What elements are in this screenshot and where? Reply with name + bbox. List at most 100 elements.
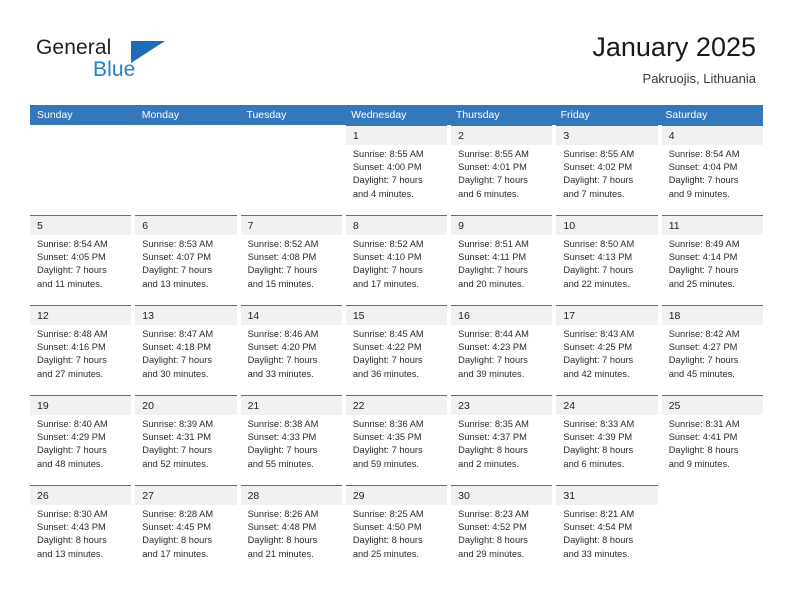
day-number: 19 (37, 400, 49, 412)
day-number: 14 (247, 310, 260, 322)
calendar-week-row: 12 Sunrise: 8:48 AM Sunset: 4:16 PM Dayligh… (30, 305, 763, 395)
daylight-duration-line2: and 7 minutes. (563, 188, 625, 199)
sunrise-time: Sunrise: 8:48 AM (37, 329, 108, 339)
day-details: Sunrise: 8:52 AM Sunset: 4:10 PM Daylight:… (346, 235, 447, 291)
day-number: 18 (668, 310, 681, 322)
daylight-duration-line2: and 13 minutes. (37, 548, 104, 559)
day-cell[interactable]: 2 Sunrise: 8:55 AM Sunset: 4:01 PM Daylight… (451, 125, 553, 215)
day-details: Sunrise: 8:21 AM Sunset: 4:54 PM Daylight:… (556, 505, 657, 561)
day-cell[interactable]: 13 Sunrise: 8:47 AM Sunset: 4:18 PM Dayligh… (135, 305, 237, 395)
day-cell[interactable]: 28 Sunrise: 8:26 AM Sunset: 4:48 PM Dayligh… (240, 485, 342, 575)
sunrise-time: Sunrise: 8:39 AM (142, 419, 214, 429)
day-cell[interactable]: 25 Sunrise: 8:31 AM Sunset: 4:41 PM Dayligh… (661, 395, 763, 485)
sunrise-time: Sunrise: 8:54 AM (37, 239, 108, 249)
daylight-duration-line2: and 20 minutes. (458, 278, 525, 289)
day-cell[interactable]: 23 Sunrise: 8:35 AM Sunset: 4:37 PM Dayligh… (451, 395, 553, 485)
day-cell[interactable]: 27 Sunrise: 8:28 AM Sunset: 4:45 PM Dayligh… (135, 485, 237, 575)
daylight-duration-line1: Daylight: 8 hours (142, 535, 213, 546)
day-cell[interactable]: 21 Sunrise: 8:38 AM Sunset: 4:33 PM Dayligh… (240, 395, 342, 485)
day-cell[interactable]: 1 Sunrise: 8:55 AM Sunset: 4:00 PM Daylight… (345, 125, 448, 215)
daylight-duration-line1: Daylight: 8 hours (668, 445, 739, 456)
day-cell-empty (30, 125, 131, 215)
day-number-band: 21 (240, 396, 342, 415)
daylight-duration-line2: and 25 minutes. (668, 278, 735, 289)
day-number-band: 13 (135, 306, 237, 325)
day-cell[interactable]: 31 Sunrise: 8:21 AM Sunset: 4:54 PM Dayligh… (556, 485, 658, 575)
sunset-time: Sunset: 4:07 PM (142, 252, 212, 263)
day-cell[interactable]: 4 Sunrise: 8:54 AM Sunset: 4:04 PM Daylight… (661, 125, 763, 215)
generalblue-logo[interactable]: General Blue (36, 36, 236, 88)
day-number: 9 (458, 220, 464, 232)
daylight-duration-line2: and 48 minutes. (37, 458, 104, 469)
day-cell[interactable]: 7 Sunrise: 8:52 AM Sunset: 4:08 PM Daylight… (240, 215, 342, 305)
day-number: 5 (37, 220, 43, 232)
weekday-header-saturday: Saturday (665, 109, 708, 121)
sunset-time: Sunset: 4:16 PM (37, 342, 106, 353)
day-cell[interactable]: 5 Sunrise: 8:54 AM Sunset: 4:05 PM Daylight… (30, 215, 132, 305)
day-number-band: 16 (451, 306, 553, 325)
daylight-duration-line2: and 15 minutes. (247, 278, 314, 289)
sunrise-time: Sunrise: 8:44 AM (458, 329, 529, 339)
day-cell[interactable]: 16 Sunrise: 8:44 AM Sunset: 4:23 PM Dayligh… (451, 305, 553, 395)
daylight-duration-line2: and 9 minutes. (668, 188, 730, 199)
day-cell[interactable]: 22 Sunrise: 8:36 AM Sunset: 4:35 PM Dayligh… (345, 395, 448, 485)
sunset-time: Sunset: 4:22 PM (352, 342, 422, 353)
daylight-duration-line1: Daylight: 7 hours (458, 355, 528, 366)
sunset-time: Sunset: 4:35 PM (352, 432, 422, 443)
day-number: 10 (563, 220, 576, 232)
sunrise-time: Sunrise: 8:52 AM (352, 239, 424, 249)
day-cell[interactable]: 18 Sunrise: 8:42 AM Sunset: 4:27 PM Dayligh… (661, 305, 763, 395)
sunrise-time: Sunrise: 8:38 AM (247, 419, 319, 429)
daylight-duration-line2: and 45 minutes. (668, 368, 735, 379)
day-cell[interactable]: 20 Sunrise: 8:39 AM Sunset: 4:31 PM Dayligh… (135, 395, 237, 485)
daylight-duration-line2: and 21 minutes. (247, 548, 314, 559)
day-cell[interactable]: 9 Sunrise: 8:51 AM Sunset: 4:11 PM Daylight… (451, 215, 553, 305)
day-cell[interactable]: 14 Sunrise: 8:46 AM Sunset: 4:20 PM Dayligh… (240, 305, 342, 395)
day-number-band: 26 (30, 486, 132, 505)
day-cell[interactable]: 26 Sunrise: 8:30 AM Sunset: 4:43 PM Dayligh… (30, 485, 132, 575)
day-cell[interactable]: 10 Sunrise: 8:50 AM Sunset: 4:13 PM Dayligh… (556, 215, 658, 305)
weekday-header-sunday: Sunday (37, 109, 73, 121)
day-cell[interactable]: 15 Sunrise: 8:45 AM Sunset: 4:22 PM Dayligh… (345, 305, 448, 395)
daylight-duration-line1: Daylight: 7 hours (247, 445, 318, 456)
daylight-duration-line1: Daylight: 7 hours (142, 355, 213, 366)
day-cell[interactable]: 8 Sunrise: 8:52 AM Sunset: 4:10 PM Daylight… (345, 215, 448, 305)
day-cell[interactable]: 17 Sunrise: 8:43 AM Sunset: 4:25 PM Dayligh… (556, 305, 658, 395)
daylight-duration-line1: Daylight: 7 hours (668, 355, 739, 366)
day-cell[interactable]: 3 Sunrise: 8:55 AM Sunset: 4:02 PM Daylight… (556, 125, 658, 215)
day-number-band: 1 (345, 126, 448, 145)
daylight-duration-line1: Daylight: 8 hours (458, 535, 528, 546)
day-details: Sunrise: 8:39 AM Sunset: 4:31 PM Daylight:… (135, 415, 236, 471)
day-details: Sunrise: 8:28 AM Sunset: 4:45 PM Daylight:… (135, 505, 236, 561)
daylight-duration-line1: Daylight: 7 hours (352, 265, 423, 276)
title-block: January 2025 Pakruojis, Lithuania (592, 30, 756, 88)
calendar-grid: Sunday Monday Tuesday Wednesday Thursday… (30, 105, 763, 575)
daylight-duration-line1: Daylight: 7 hours (247, 355, 318, 366)
sunset-time: Sunset: 4:20 PM (247, 342, 317, 353)
weekday-header-thursday: Thursday (455, 109, 500, 121)
day-cell-empty (241, 125, 342, 215)
day-number: 24 (563, 400, 576, 412)
day-number-band: 9 (451, 216, 553, 235)
day-number: 2 (458, 130, 464, 142)
day-number-band: 29 (345, 486, 448, 505)
day-cell[interactable]: 30 Sunrise: 8:23 AM Sunset: 4:52 PM Dayligh… (451, 485, 553, 575)
day-details: Sunrise: 8:30 AM Sunset: 4:43 PM Daylight:… (30, 505, 131, 561)
day-cell[interactable]: 24 Sunrise: 8:33 AM Sunset: 4:39 PM Dayligh… (556, 395, 658, 485)
sunset-time: Sunset: 4:33 PM (247, 432, 317, 443)
day-cell[interactable]: 12 Sunrise: 8:48 AM Sunset: 4:16 PM Dayligh… (30, 305, 132, 395)
sunset-time: Sunset: 4:27 PM (668, 342, 738, 353)
day-number-band: 28 (240, 486, 342, 505)
day-cell[interactable]: 11 Sunrise: 8:49 AM Sunset: 4:14 PM Dayligh… (661, 215, 763, 305)
sunrise-time: Sunrise: 8:50 AM (563, 239, 635, 249)
daylight-duration-line1: Daylight: 7 hours (352, 445, 423, 456)
day-cell[interactable]: 29 Sunrise: 8:25 AM Sunset: 4:50 PM Dayligh… (345, 485, 448, 575)
day-details: Sunrise: 8:45 AM Sunset: 4:22 PM Daylight:… (346, 325, 447, 381)
day-number: 7 (247, 220, 254, 232)
day-cell[interactable]: 19 Sunrise: 8:40 AM Sunset: 4:29 PM Dayligh… (30, 395, 132, 485)
day-details: Sunrise: 8:53 AM Sunset: 4:07 PM Daylight:… (135, 235, 236, 291)
day-details: Sunrise: 8:31 AM Sunset: 4:41 PM Daylight:… (662, 415, 763, 471)
sunset-time: Sunset: 4:05 PM (37, 252, 106, 263)
weekday-header-wednesday: Wednesday (351, 109, 407, 121)
day-cell[interactable]: 6 Sunrise: 8:53 AM Sunset: 4:07 PM Daylight… (135, 215, 237, 305)
